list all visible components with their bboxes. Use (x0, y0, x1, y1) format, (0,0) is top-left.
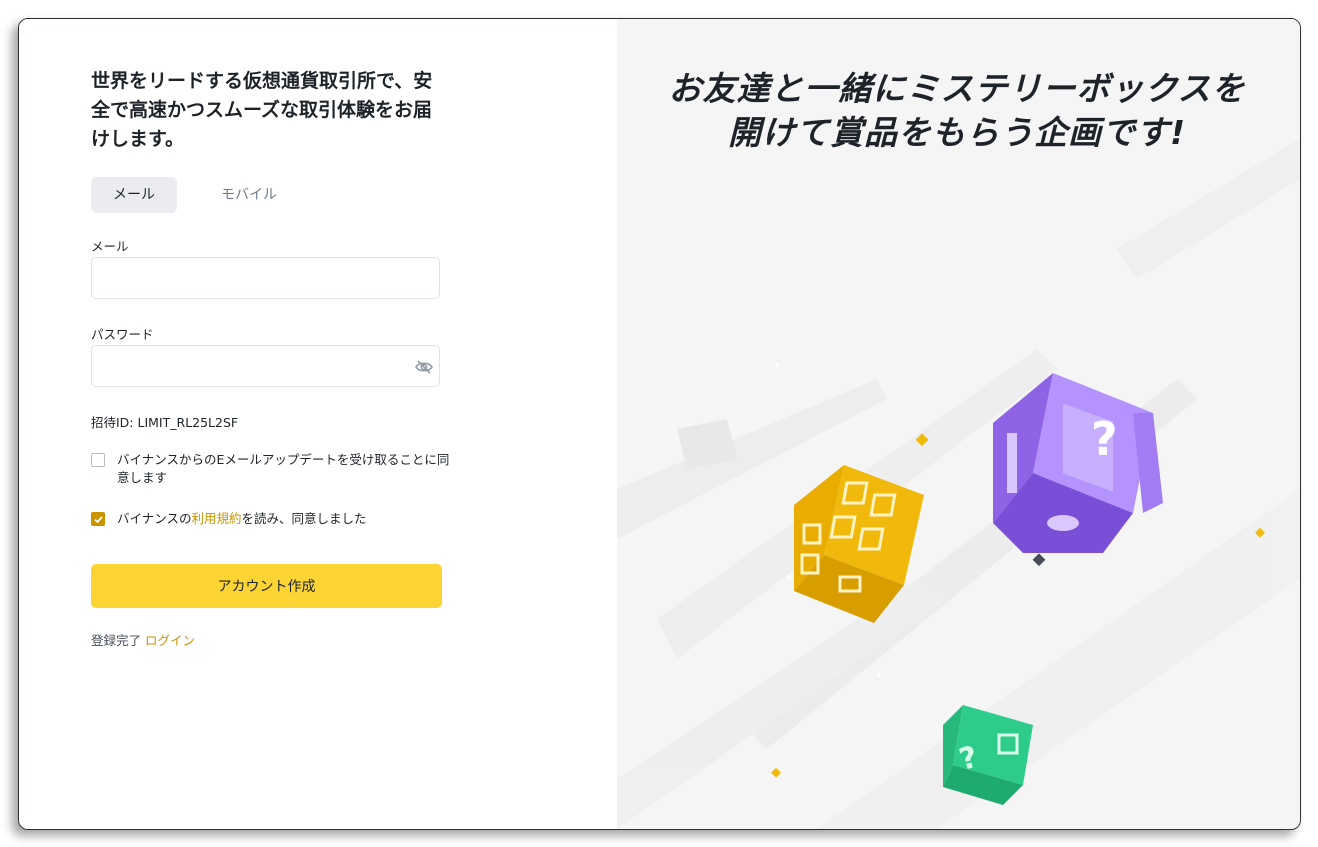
checkmark-icon (94, 516, 103, 524)
terms-consent-row: バイナンスの利用規約を読み、同意しました (91, 510, 451, 528)
newsletter-checkbox[interactable] (91, 453, 105, 467)
terms-of-service-link[interactable]: 利用規約 (192, 511, 242, 526)
login-link[interactable]: ログイン (145, 633, 195, 648)
sparkle-icon (775, 363, 779, 367)
tab-mobile[interactable]: モバイル (185, 177, 313, 213)
mystery-box-illustration: ? ? (617, 139, 1300, 829)
sparkle-icon (877, 673, 881, 677)
eye-slash-icon[interactable] (414, 357, 434, 377)
terms-checkbox[interactable] (91, 512, 105, 526)
sparkle-icon (771, 767, 781, 778)
sparkle-icon (787, 575, 791, 579)
login-prompt: 登録完了 ログイン (91, 630, 195, 649)
purple-mystery-box: ? (993, 373, 1163, 553)
create-account-button[interactable]: アカウント作成 (91, 564, 442, 608)
page-headline: 世界をリードする仮想通貨取引所で、安全で高速かつスムーズな取引体験をお届けします… (91, 70, 433, 150)
newsletter-consent-text: バイナンスからのEメールアップデートを受け取ることに同意します (117, 452, 450, 485)
sparkle-icon (1032, 553, 1046, 567)
tab-email[interactable]: メール (91, 177, 177, 213)
signup-window: 世界をリードする仮想通貨取引所で、安全で高速かつスムーズな取引体験をお届けします… (18, 18, 1301, 830)
terms-consent-text: バイナンスの利用規約を読み、同意しました (117, 510, 367, 528)
invite-id: 招待ID: LIMIT_RL25L2SF (91, 415, 239, 430)
signup-method-tabs: メール モバイル (91, 177, 313, 213)
login-prompt-text: 登録完了 (91, 633, 142, 648)
signup-panel: 世界をリードする仮想通貨取引所で、安全で高速かつスムーズな取引体験をお届けします… (19, 19, 617, 829)
password-field[interactable] (91, 345, 440, 387)
terms-suffix: を読み、同意しました (241, 511, 367, 526)
terms-prefix: バイナンスの (117, 511, 192, 526)
password-label: パスワード (91, 327, 154, 342)
promo-panel: お友達と一緒にミステリーボックスを 開けて賞品をもらう企画です! ? ? (617, 19, 1300, 829)
email-label: メール (91, 239, 129, 254)
newsletter-consent-row: バイナンスからのEメールアップデートを受け取ることに同意します (91, 451, 451, 487)
svg-text:?: ? (1091, 412, 1118, 466)
email-field[interactable] (91, 257, 440, 299)
